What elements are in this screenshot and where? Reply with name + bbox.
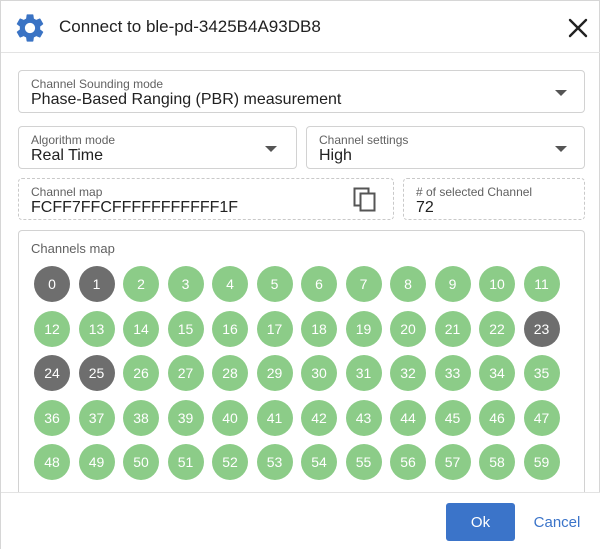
selected-channel-count-value: 72	[416, 199, 434, 216]
channel-24[interactable]: 24	[34, 355, 70, 391]
channel-31[interactable]: 31	[345, 355, 382, 391]
channel-17[interactable]: 17	[256, 310, 293, 347]
channel-39[interactable]: 39	[167, 399, 204, 436]
caret-down-icon	[265, 146, 277, 152]
ok-button[interactable]: Ok	[446, 503, 515, 541]
dialog-footer: Ok Cancel	[1, 492, 600, 550]
channel-settings-value: High	[319, 147, 352, 164]
channel-42[interactable]: 42	[301, 399, 337, 436]
channel-53[interactable]: 53	[256, 444, 293, 480]
channel-10[interactable]: 10	[479, 266, 515, 302]
channel-43[interactable]: 43	[345, 399, 382, 436]
channel-19[interactable]: 19	[345, 310, 382, 347]
channel-33[interactable]: 33	[434, 355, 471, 391]
algorithm-mode-label: Algorithm mode	[31, 133, 116, 147]
channel-21[interactable]: 21	[434, 310, 471, 347]
channel-26[interactable]: 26	[123, 355, 159, 391]
selected-channel-count-field: # of selected Channel 72	[403, 178, 585, 220]
channel-46[interactable]: 46	[479, 399, 515, 436]
channel-map-label: Channel map	[31, 185, 103, 199]
channel-settings-select[interactable]: Channel settings High	[306, 126, 585, 169]
channel-34[interactable]: 34	[479, 355, 515, 391]
channel-51[interactable]: 51	[167, 444, 204, 480]
caret-down-icon	[555, 90, 567, 96]
channel-41[interactable]: 41	[256, 399, 293, 436]
channel-settings-label: Channel settings	[319, 133, 409, 147]
caret-down-icon	[555, 146, 567, 152]
channels-map-label: Channels map	[31, 241, 115, 256]
connect-dialog: Connect to ble-pd-3425B4A93DB8 Channel S…	[0, 0, 600, 550]
channel-54[interactable]: 54	[301, 444, 337, 480]
channel-47[interactable]: 47	[523, 399, 560, 436]
channel-13[interactable]: 13	[78, 310, 115, 347]
channel-50[interactable]: 50	[123, 444, 159, 480]
channel-32[interactable]: 32	[390, 355, 426, 391]
channel-52[interactable]: 52	[212, 444, 248, 480]
channel-23[interactable]: 23	[523, 310, 560, 347]
channel-5[interactable]: 5	[256, 266, 293, 302]
copy-icon[interactable]	[353, 187, 377, 213]
channel-6[interactable]: 6	[301, 266, 337, 302]
channel-2[interactable]: 2	[123, 266, 159, 302]
channel-18[interactable]: 18	[301, 310, 337, 347]
dialog-title: Connect to ble-pd-3425B4A93DB8	[59, 17, 321, 36]
channel-9[interactable]: 9	[434, 266, 471, 302]
channel-38[interactable]: 38	[123, 399, 159, 436]
channel-29[interactable]: 29	[256, 355, 293, 391]
channel-25[interactable]: 25	[78, 355, 115, 391]
channel-8[interactable]: 8	[390, 266, 426, 302]
channel-4[interactable]: 4	[212, 266, 248, 302]
channels-map-panel: Channels map 0 1 2 3 4 5 6 7 8 9 10 11 12 13 14 15 16 17 1…	[18, 230, 585, 492]
cancel-button[interactable]: Cancel	[527, 503, 587, 541]
channel-15[interactable]: 15	[167, 310, 204, 347]
channel-35[interactable]: 35	[523, 355, 560, 391]
gear-icon	[16, 14, 44, 42]
channel-48[interactable]: 48	[34, 444, 70, 480]
dialog-titlebar: Connect to ble-pd-3425B4A93DB8	[1, 1, 600, 53]
sounding-mode-select[interactable]: Channel Sounding mode Phase-Based Rangin…	[18, 70, 585, 113]
selected-channel-count-label: # of selected Channel	[416, 185, 533, 199]
channel-57[interactable]: 57	[434, 444, 471, 480]
channel-0[interactable]: 0	[34, 266, 70, 302]
channel-49[interactable]: 49	[78, 444, 115, 480]
sounding-mode-value: Phase-Based Ranging (PBR) measurement	[31, 91, 342, 108]
channel-14[interactable]: 14	[123, 310, 159, 347]
algorithm-mode-value: Real Time	[31, 147, 104, 164]
channel-16[interactable]: 16	[212, 310, 248, 347]
channel-20[interactable]: 20	[390, 310, 426, 347]
channel-1[interactable]: 1	[78, 266, 115, 302]
channel-44[interactable]: 44	[390, 399, 426, 436]
sounding-mode-label: Channel Sounding mode	[31, 77, 164, 91]
close-icon[interactable]	[567, 17, 589, 39]
channel-37[interactable]: 37	[78, 399, 115, 436]
channel-40[interactable]: 40	[212, 399, 248, 436]
channel-58[interactable]: 58	[479, 444, 515, 480]
channel-56[interactable]: 56	[390, 444, 426, 480]
channel-27[interactable]: 27	[167, 355, 204, 391]
channel-30[interactable]: 30	[301, 355, 337, 391]
algorithm-mode-select[interactable]: Algorithm mode Real Time	[18, 126, 297, 169]
channel-36[interactable]: 36	[34, 399, 70, 436]
channel-45[interactable]: 45	[434, 399, 471, 436]
channel-22[interactable]: 22	[479, 310, 515, 347]
channel-map-value: FCFF7FFCFFFFFFFFFFF1F	[31, 199, 239, 216]
channel-11[interactable]: 11	[523, 266, 560, 302]
channel-28[interactable]: 28	[212, 355, 248, 391]
channel-59[interactable]: 59	[523, 444, 560, 480]
channel-7[interactable]: 7	[345, 266, 382, 302]
channel-55[interactable]: 55	[345, 444, 382, 480]
channel-12[interactable]: 12	[34, 310, 70, 347]
channel-3[interactable]: 3	[167, 266, 204, 302]
channel-map-field: Channel map FCFF7FFCFFFFFFFFFFF1F	[18, 178, 394, 220]
